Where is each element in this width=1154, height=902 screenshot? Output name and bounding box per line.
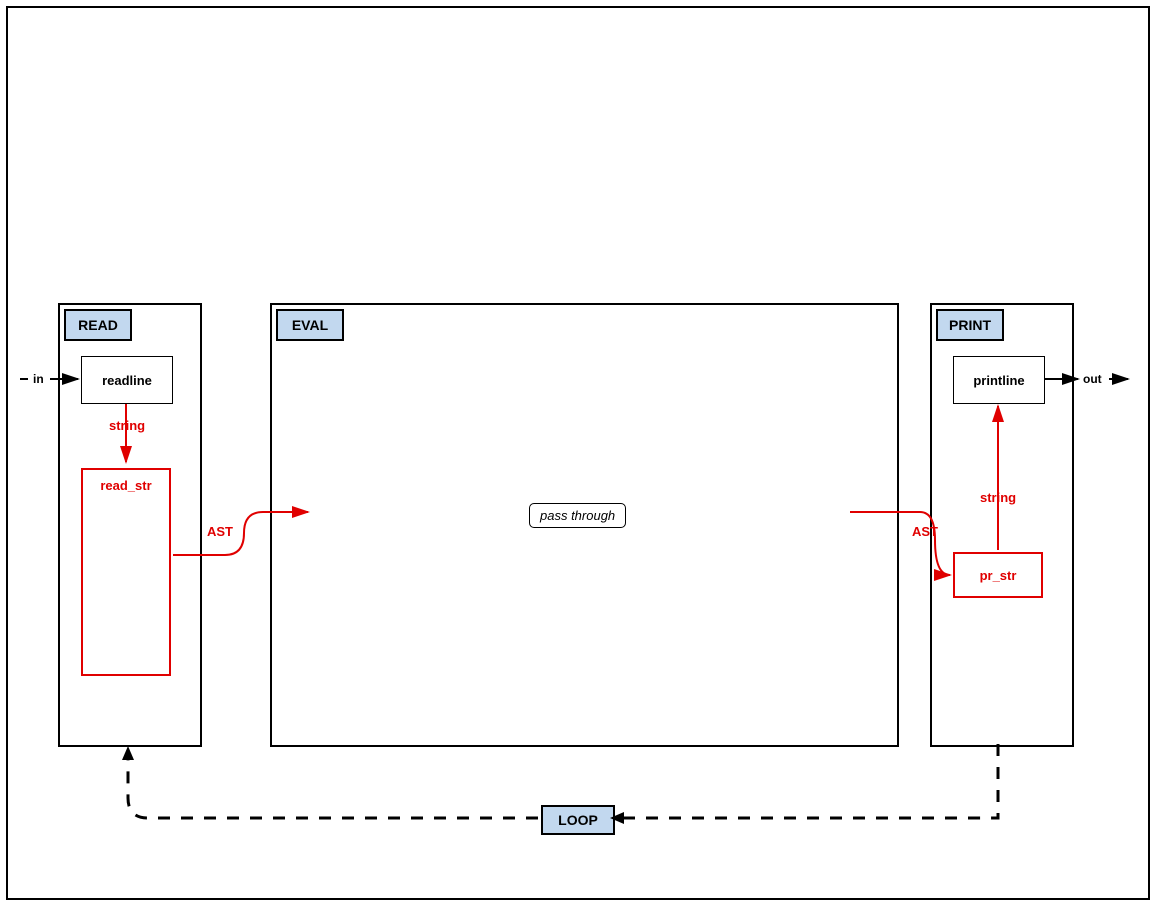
box-printline: printline <box>953 356 1045 404</box>
panel-print-title: PRINT <box>936 309 1004 341</box>
box-read-str: read_str <box>81 468 171 676</box>
panel-read-title: READ <box>64 309 132 341</box>
label-out: out <box>1083 372 1102 386</box>
label-read-string: string <box>109 418 145 433</box>
label-pass-through: pass through <box>529 503 626 528</box>
label-ast-in: AST <box>912 524 938 539</box>
label-in: in <box>33 372 44 386</box>
box-pr-str-label: pr_str <box>980 568 1017 583</box>
diagram-canvas: READ EVAL PRINT LOOP readline printline … <box>0 0 1154 902</box>
box-pr-str: pr_str <box>953 552 1043 598</box>
panel-loop-title: LOOP <box>541 805 615 835</box>
panel-eval-title: EVAL <box>276 309 344 341</box>
label-print-string: string <box>980 490 1016 505</box>
box-readline: readline <box>81 356 173 404</box>
label-ast-out: AST <box>207 524 233 539</box>
